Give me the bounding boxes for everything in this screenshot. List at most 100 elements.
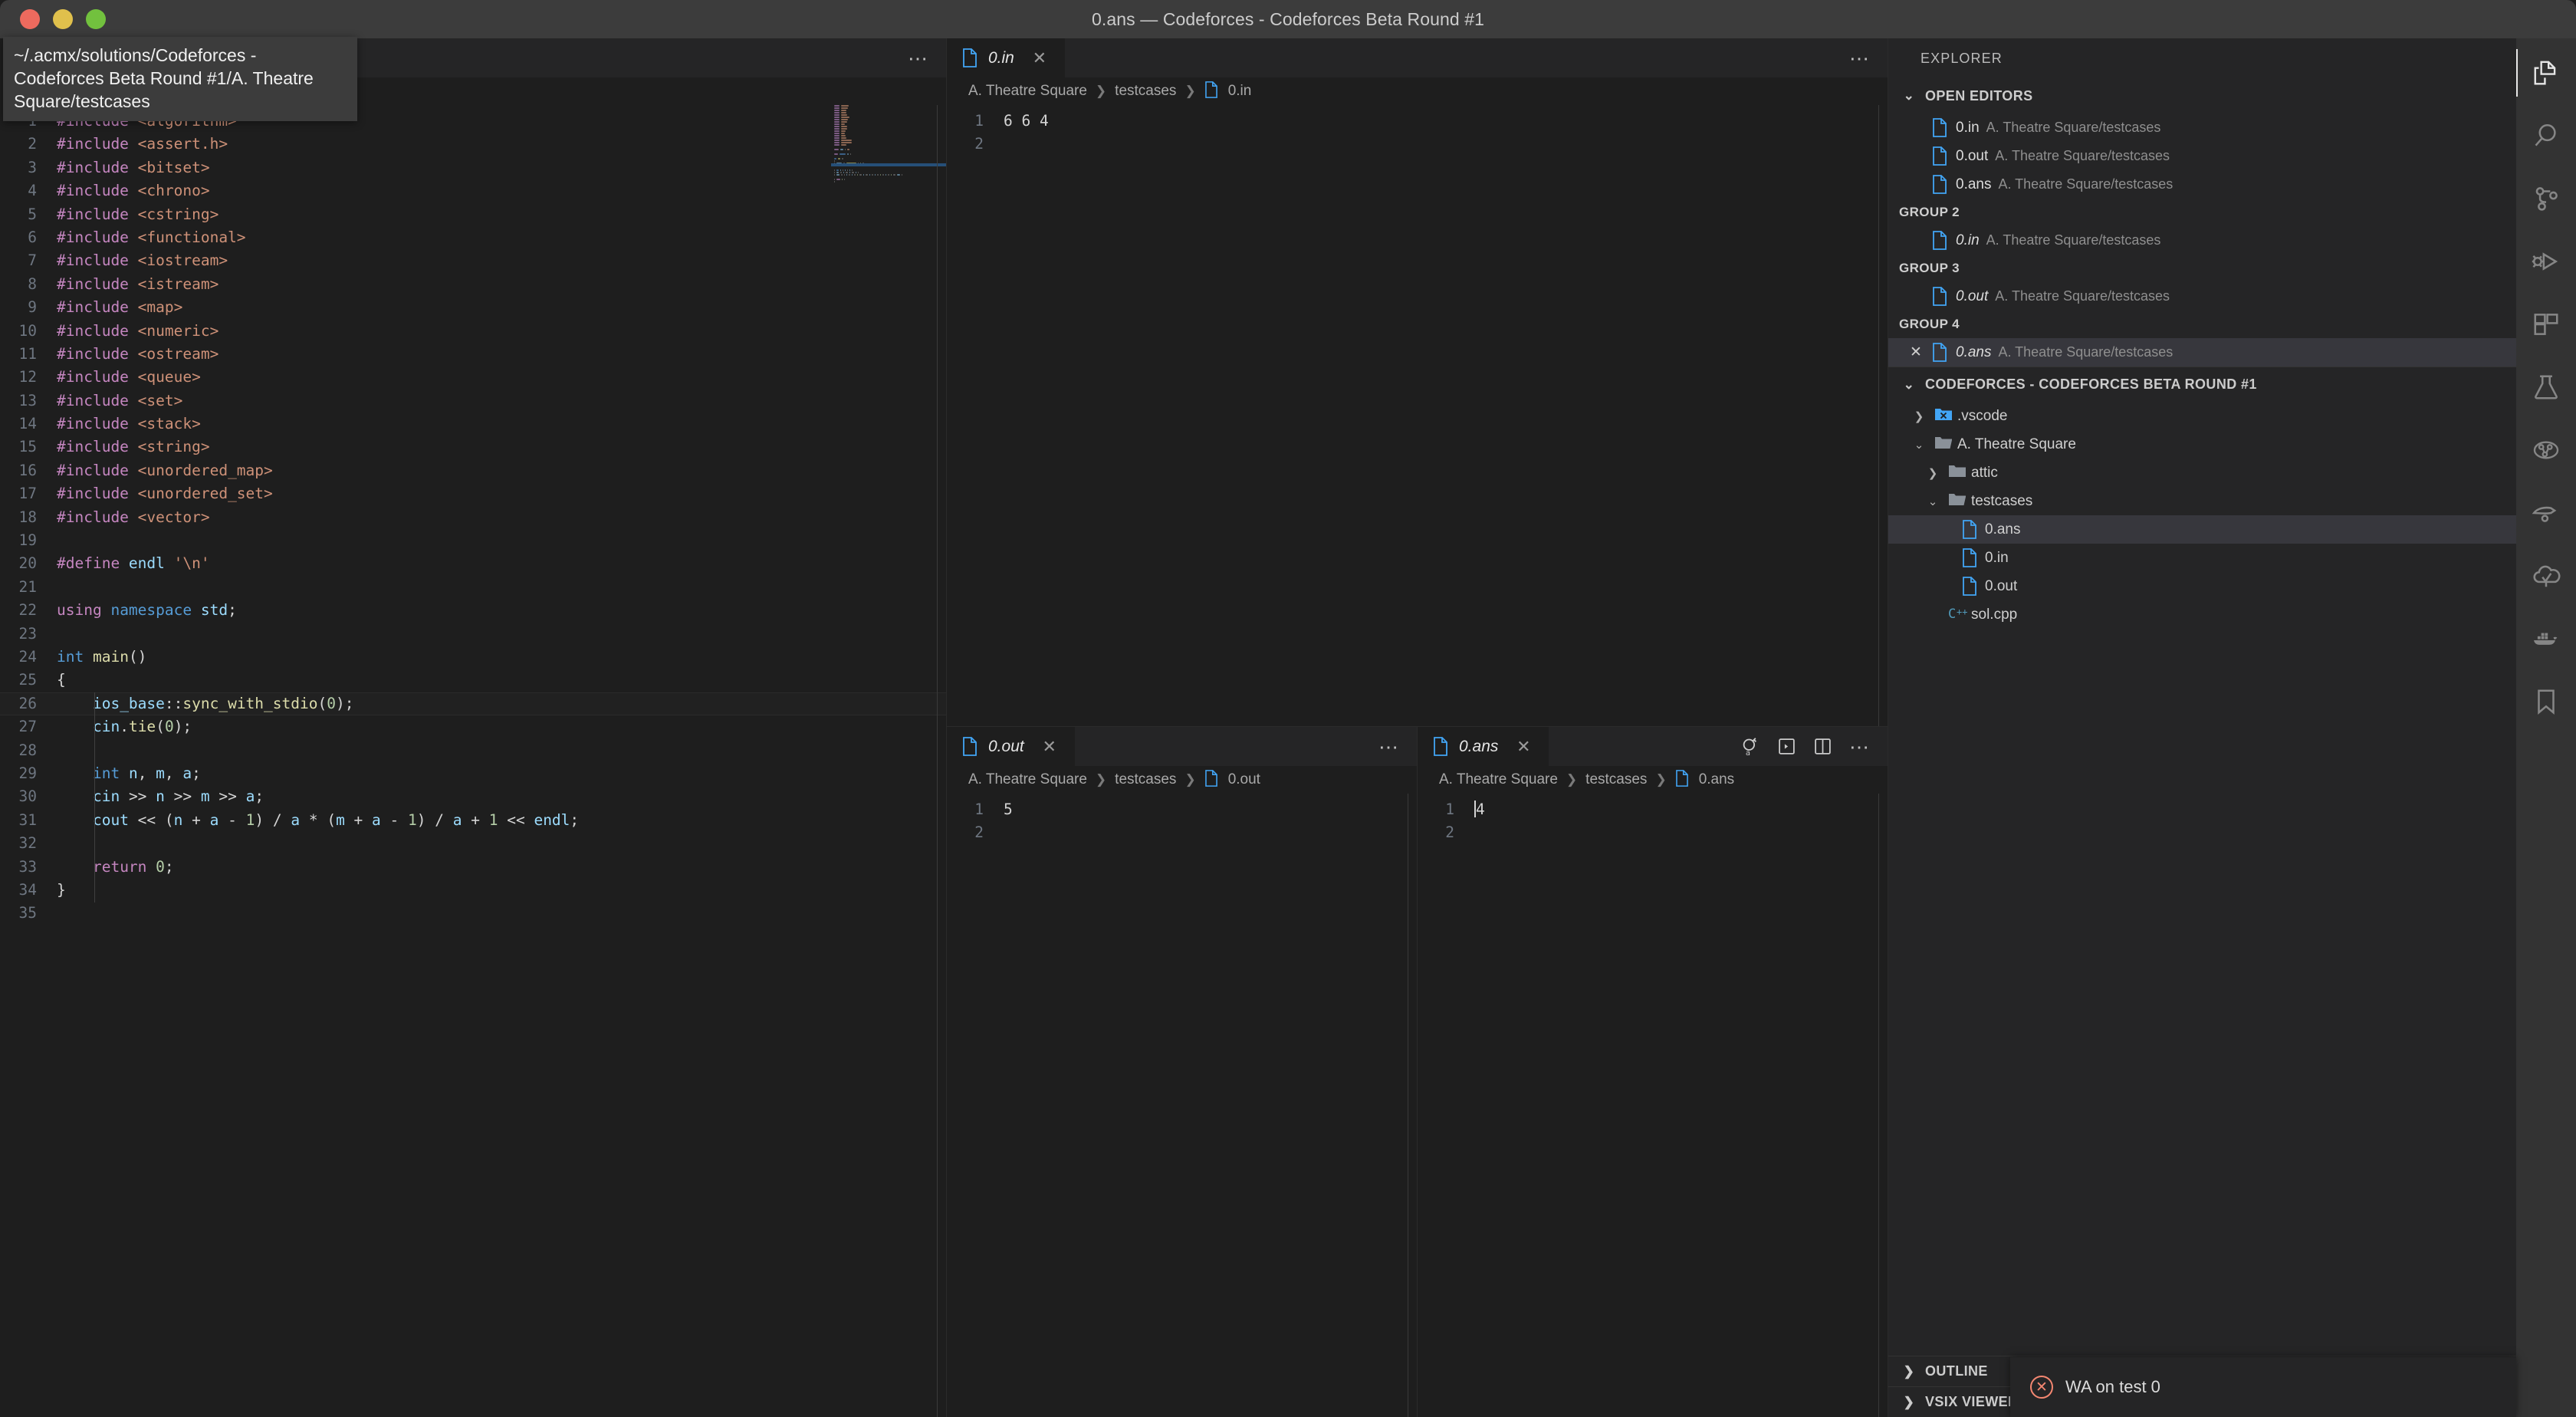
- breadcrumb-item-0[interactable]: A. Theatre Square: [968, 771, 1087, 788]
- search-icon[interactable]: [2516, 112, 2576, 159]
- code-lines: 1#include <algorithm>2#include <assert.h…: [0, 105, 946, 925]
- tree-item[interactable]: ⌄ A. Theatre Square: [1888, 430, 2516, 459]
- minimize-window-button[interactable]: [53, 9, 73, 29]
- tree-item-label: .vscode: [1957, 407, 2008, 424]
- code-line: 2: [947, 821, 1417, 844]
- code-line: 29 int n, m, a;: [0, 762, 946, 785]
- explorer-files-icon[interactable]: [2516, 49, 2576, 97]
- vscode-folder-icon: [1934, 406, 1952, 426]
- more-actions-icon[interactable]: ⋯: [908, 48, 929, 68]
- editor-scrollbar[interactable]: [1878, 105, 1888, 726]
- breadcrumb-item-2[interactable]: 0.out: [1228, 771, 1260, 788]
- tree-item[interactable]: 0.out: [1888, 572, 2516, 600]
- open-editor-item[interactable]: 0.out A. Theatre Square/testcases: [1888, 142, 2516, 170]
- bookmark-icon[interactable]: [2516, 678, 2576, 725]
- breadcrumb-item-2[interactable]: 0.ans: [1699, 771, 1734, 788]
- tree-item[interactable]: C ++ sol.cpp: [1888, 600, 2516, 629]
- code-text: #include <functional>: [57, 228, 246, 246]
- code-lines: 1 6 6 4 2: [947, 105, 1888, 156]
- rocket-deploy-icon[interactable]: [2516, 489, 2576, 537]
- more-actions-icon[interactable]: ⋯: [1849, 48, 1871, 68]
- open-editors-group-label: GROUP 4: [1899, 317, 1960, 331]
- close-editor-icon[interactable]: ✕: [1907, 344, 1925, 361]
- open-editor-item[interactable]: 0.in A. Theatre Square/testcases: [1888, 113, 2516, 142]
- tab-0-out[interactable]: 0.out ✕: [947, 727, 1076, 766]
- code-line: 18 #include <vector>: [0, 506, 946, 529]
- more-actions-icon[interactable]: ⋯: [1849, 737, 1871, 757]
- editor-scrollbar[interactable]: [1408, 794, 1417, 1417]
- breadcrumb-0-in[interactable]: A. Theatre Square ❯ testcases ❯ 0.in: [947, 77, 1888, 105]
- tree-item[interactable]: ❯ attic: [1888, 459, 2516, 487]
- editor-scrollbar[interactable]: [937, 105, 946, 1417]
- open-editor-item[interactable]: 0.ans A. Theatre Square/testcases: [1888, 170, 2516, 199]
- code-line: 25 {: [0, 669, 946, 692]
- svg-text:a: a: [1746, 749, 1750, 757]
- open-editor-item[interactable]: 0.out A. Theatre Square/testcases: [1888, 282, 2516, 311]
- tree-item[interactable]: 0.ans: [1888, 515, 2516, 544]
- open-editor-item[interactable]: ✕ 0.ans A. Theatre Square/testcases: [1888, 338, 2516, 367]
- code-line: 4 #include <chrono>: [0, 179, 946, 202]
- code-text: #include <numeric>: [57, 321, 219, 340]
- code-editor-0-out[interactable]: 152: [947, 794, 1417, 1417]
- open-editor-item[interactable]: 0.in A. Theatre Square/testcases: [1888, 226, 2516, 255]
- close-window-button[interactable]: [20, 9, 40, 29]
- code-editor-0-ans[interactable]: 142: [1418, 794, 1888, 1417]
- line-number: 2: [974, 824, 984, 842]
- breadcrumb-item-2[interactable]: 0.in: [1228, 83, 1252, 100]
- code-line: 12 #include <queue>: [0, 366, 946, 389]
- zoom-window-button[interactable]: [86, 9, 106, 29]
- code-text: #include <queue>: [57, 368, 201, 386]
- split-editor-icon[interactable]: [1813, 737, 1832, 756]
- breadcrumb-item-1[interactable]: testcases: [1115, 83, 1176, 100]
- source-control-icon[interactable]: [2516, 175, 2576, 222]
- tabbar-empty-space: [1549, 727, 1723, 766]
- breadcrumb-item-1[interactable]: testcases: [1585, 771, 1647, 788]
- section-workspace[interactable]: ⌄ CODEFORCES - CODEFORCES BETA ROUND #1: [1888, 367, 2516, 402]
- notification-toast[interactable]: ✕ WA on test 0: [2010, 1357, 2516, 1417]
- run-test-icon[interactable]: a: [1740, 736, 1760, 757]
- tab-0-ans[interactable]: 0.ans ✕: [1418, 727, 1550, 766]
- tree-item-label: A. Theatre Square: [1957, 436, 2076, 452]
- breadcrumb-0-out[interactable]: A. Theatre Square ❯ testcases ❯ 0.out: [947, 766, 1417, 794]
- breadcrumb-0-ans[interactable]: A. Theatre Square ❯ testcases ❯ 0.ans: [1418, 766, 1888, 794]
- cloud-check-icon[interactable]: [2516, 552, 2576, 600]
- git-graph-icon[interactable]: [2516, 426, 2576, 474]
- code-text: }: [57, 880, 66, 899]
- code-line: 3 #include <bitset>: [0, 156, 946, 179]
- extensions-icon[interactable]: [2516, 301, 2576, 348]
- svg-text:++: ++: [1957, 607, 1967, 617]
- tabbar-group-2: 0.in ✕ ⋯: [947, 38, 1888, 77]
- section-open-editors[interactable]: ⌄ OPEN EDITORS: [1888, 78, 2516, 113]
- line-number: 2: [28, 135, 37, 153]
- line-number: 27: [18, 718, 37, 736]
- breadcrumb-item-0[interactable]: A. Theatre Square: [1439, 771, 1558, 788]
- open-editors-list: 0.in A. Theatre Square/testcases 0.out A. T…: [1888, 113, 2516, 367]
- code-text: #include <cstring>: [57, 205, 219, 223]
- text-file-icon: [1675, 770, 1692, 790]
- editor-scrollbar[interactable]: [1878, 794, 1888, 1417]
- indent-guide: [94, 692, 95, 902]
- code-line: 2 #include <assert.h>: [0, 133, 946, 156]
- breadcrumb-item-0[interactable]: A. Theatre Square: [968, 83, 1087, 100]
- tree-item[interactable]: 0.in: [1888, 544, 2516, 572]
- open-panel-icon[interactable]: [1777, 737, 1796, 756]
- docker-whale-icon[interactable]: [2516, 615, 2576, 662]
- code-editor-sol-cpp[interactable]: 1#include <algorithm>2#include <assert.h…: [0, 105, 946, 1417]
- run-and-debug-icon[interactable]: [2516, 238, 2576, 285]
- more-actions-icon[interactable]: ⋯: [1378, 737, 1400, 757]
- tree-item[interactable]: ⌄ testcases: [1888, 487, 2516, 515]
- tabbar-empty-space: [1065, 38, 1832, 77]
- breadcrumb-item-1[interactable]: testcases: [1115, 771, 1176, 788]
- testing-flask-icon[interactable]: [2516, 363, 2576, 411]
- tree-item[interactable]: ❯ .vscode: [1888, 402, 2516, 430]
- line-number: 32: [18, 834, 37, 853]
- code-text: #include <set>: [57, 391, 183, 409]
- open-editor-path: A. Theatre Square/testcases: [1986, 120, 2161, 135]
- tab-close-icon[interactable]: ✕: [1513, 738, 1533, 755]
- vscode-window: 0.ans — Codeforces - Codeforces Beta Rou…: [0, 0, 2576, 1417]
- tab-0-in[interactable]: 0.in ✕: [947, 38, 1066, 77]
- tab-close-icon[interactable]: ✕: [1030, 49, 1050, 67]
- tab-close-icon[interactable]: ✕: [1040, 738, 1060, 755]
- code-editor-0-in[interactable]: 1 6 6 4 2: [947, 105, 1888, 726]
- editor-groups-bottom: 0.out ✕ ⋯ A. Theatre Square ❯ testcases: [947, 727, 1888, 1417]
